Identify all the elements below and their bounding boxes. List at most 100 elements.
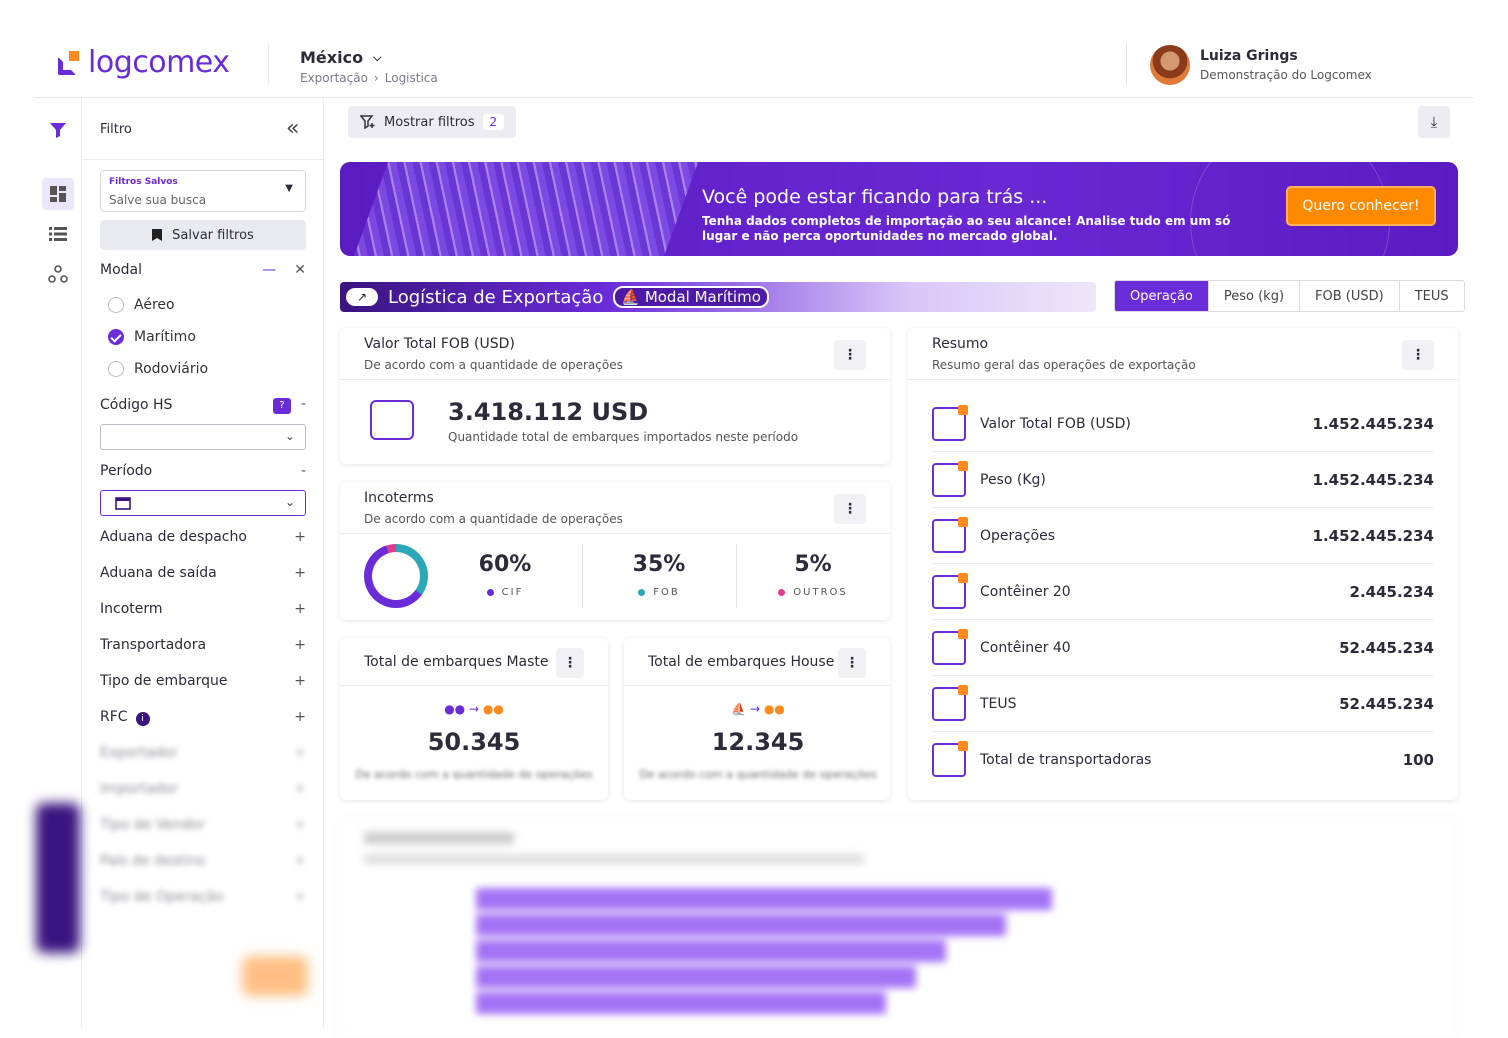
- plus-icon[interactable]: +: [294, 709, 306, 725]
- show-filters-button[interactable]: Mostrar filtros 2: [348, 106, 517, 138]
- segment-peso[interactable]: Peso (kg): [1209, 281, 1301, 311]
- info-icon[interactable]: i: [135, 711, 150, 726]
- more-options-icon[interactable]: ⋮: [1402, 340, 1434, 370]
- plus-icon[interactable]: +: [294, 673, 306, 689]
- resumo-row: Contêiner 20 2.445.234: [932, 564, 1434, 620]
- network-icon[interactable]: [42, 258, 74, 290]
- plus-icon: +: [294, 817, 306, 833]
- container-40-icon: [932, 628, 968, 665]
- segment-operacao[interactable]: Operação: [1115, 281, 1209, 311]
- download-icon: ⤓: [1430, 113, 1438, 131]
- main-content: Mostrar filtros 2 ⤓ Você pode estar fica…: [324, 98, 1474, 1028]
- filter-section-incoterm[interactable]: Incoterm +: [100, 597, 306, 621]
- card-title: Total de embarques Maste: [364, 654, 549, 670]
- plus-icon: +: [294, 853, 306, 869]
- card-header: Valor Total FOB (USD) De acordo com a qu…: [340, 328, 890, 380]
- user-name: Luiza Grings: [1200, 48, 1298, 64]
- more-options-icon[interactable]: ⋮: [838, 648, 866, 678]
- periodo-header[interactable]: Período -: [100, 459, 306, 483]
- house-card: Total de embarques House ⋮ ⛵ → ●● 12.345…: [624, 638, 890, 800]
- filter-panel-header: Filtro «: [82, 98, 324, 160]
- save-filters-button[interactable]: Salvar filtros: [100, 220, 306, 250]
- arrow-up-right-icon[interactable]: ↗: [346, 288, 378, 306]
- card-header: Total de embarques Maste ⋮: [340, 638, 608, 686]
- radio-maritimo[interactable]: Marítimo: [108, 329, 196, 345]
- list-icon[interactable]: [42, 218, 74, 250]
- chevron-down-icon: ⌄: [284, 429, 295, 443]
- filter-section-aduana-despacho[interactable]: Aduana de despacho +: [100, 525, 306, 549]
- incoterm-fob: 35% FOB: [582, 552, 736, 598]
- minus-icon[interactable]: -: [301, 396, 306, 412]
- saved-filters-select[interactable]: Filtros Salvos Salve sua busca ▼: [100, 170, 306, 212]
- help-icon[interactable]: ?: [272, 398, 291, 414]
- segment-fob[interactable]: FOB (USD): [1300, 281, 1400, 311]
- user-role: Demonstração do Logcomex: [1200, 68, 1372, 82]
- filter-section-blurred: Tipo de Operação +: [100, 885, 306, 909]
- radio-label: Aéreo: [134, 297, 175, 313]
- chevron-down-icon: ⌄: [284, 495, 295, 509]
- house-value: 12.345: [711, 728, 805, 756]
- close-icon[interactable]: ✕: [294, 262, 306, 278]
- minus-icon[interactable]: -: [301, 463, 306, 479]
- money-globe-icon: [370, 400, 414, 440]
- codigo-hs-header[interactable]: Código HS ? -: [100, 393, 306, 417]
- ship-illustration: [348, 162, 702, 256]
- filter-section-label: Tipo de Operação: [100, 889, 224, 905]
- carriers-icon: [932, 741, 968, 777]
- collapse-icon[interactable]: «: [286, 116, 299, 141]
- breadcrumb-item[interactable]: Logistica: [385, 71, 438, 85]
- breadcrumb-item[interactable]: Exportação: [300, 71, 368, 85]
- minus-icon[interactable]: —: [262, 262, 276, 278]
- periodo-date-picker[interactable]: ⌄: [100, 490, 306, 516]
- more-options-icon[interactable]: ⋮: [556, 648, 584, 678]
- filter-section-label: Tipo de Vendor: [100, 817, 206, 833]
- chevron-down-icon: ⌵: [373, 50, 382, 64]
- radio-rodoviario[interactable]: Rodoviário: [108, 361, 208, 377]
- blurred-apply-button: [242, 956, 308, 996]
- filter-section-transportadora[interactable]: Transportadora +: [100, 633, 306, 657]
- filter-section-label: Importador: [100, 781, 179, 797]
- boxes-icon: [932, 516, 968, 553]
- more-options-icon[interactable]: ⋮: [834, 340, 866, 370]
- dashboard-icon[interactable]: [42, 178, 74, 210]
- more-options-icon[interactable]: ⋮: [834, 494, 866, 524]
- filter-section-tipo-embarque[interactable]: Tipo de embarque +: [100, 669, 306, 693]
- resumo-label: Valor Total FOB (USD): [980, 415, 1131, 432]
- segment-teus[interactable]: TEUS: [1400, 281, 1464, 311]
- codigo-hs-title: Código HS: [100, 397, 173, 413]
- plus-icon[interactable]: +: [294, 565, 306, 581]
- scale-icon: [932, 460, 968, 497]
- plus-icon[interactable]: +: [294, 637, 306, 653]
- header-divider: [1126, 44, 1127, 84]
- plus-icon[interactable]: +: [294, 601, 306, 617]
- filter-icon[interactable]: [42, 114, 74, 146]
- filter-section-aduana-saida[interactable]: Aduana de saída +: [100, 561, 306, 585]
- fob-caption: Quantidade total de embarques importados…: [448, 430, 799, 444]
- download-button[interactable]: ⤓: [1418, 106, 1450, 138]
- blurred-bar: [476, 914, 1006, 936]
- resumo-value: 52.445.234: [1339, 694, 1434, 713]
- radio-aereo[interactable]: Aéreo: [108, 297, 175, 313]
- resumo-label: Peso (Kg): [980, 471, 1046, 488]
- incoterm-key: CIF: [501, 587, 524, 598]
- resumo-row: Operações 1.452.445.234: [932, 508, 1434, 564]
- saved-filters-value: Salve sua busca: [109, 193, 207, 207]
- logo[interactable]: logcomex: [58, 48, 230, 78]
- user-profile[interactable]: Luiza Grings Demonstração do Logcomex: [1150, 45, 1372, 85]
- logo-text: logcomex: [88, 45, 230, 80]
- card-subtitle: De acordo com a quantidade de operações: [364, 512, 623, 526]
- avatar: [1150, 45, 1190, 85]
- banner-cta-button[interactable]: Quero conhecer!: [1286, 186, 1436, 226]
- card-title: Incoterms: [364, 490, 434, 506]
- resumo-card: Resumo Resumo geral das operações de exp…: [908, 328, 1458, 800]
- money-globe-icon: [932, 404, 968, 441]
- country-selector[interactable]: México ⌵ Exportação › Logistica: [300, 48, 438, 85]
- modal-section-header[interactable]: Modal — ✕: [100, 258, 306, 282]
- filter-section-rfc[interactable]: RFC i +: [100, 705, 306, 729]
- codigo-hs-select[interactable]: ⌄: [100, 424, 306, 450]
- filter-section-label: Exportador: [100, 745, 178, 761]
- radio-label: Marítimo: [134, 329, 196, 345]
- plus-icon[interactable]: +: [294, 529, 306, 545]
- radio-label: Rodoviário: [134, 361, 209, 377]
- card-title: Valor Total FOB (USD): [364, 336, 515, 352]
